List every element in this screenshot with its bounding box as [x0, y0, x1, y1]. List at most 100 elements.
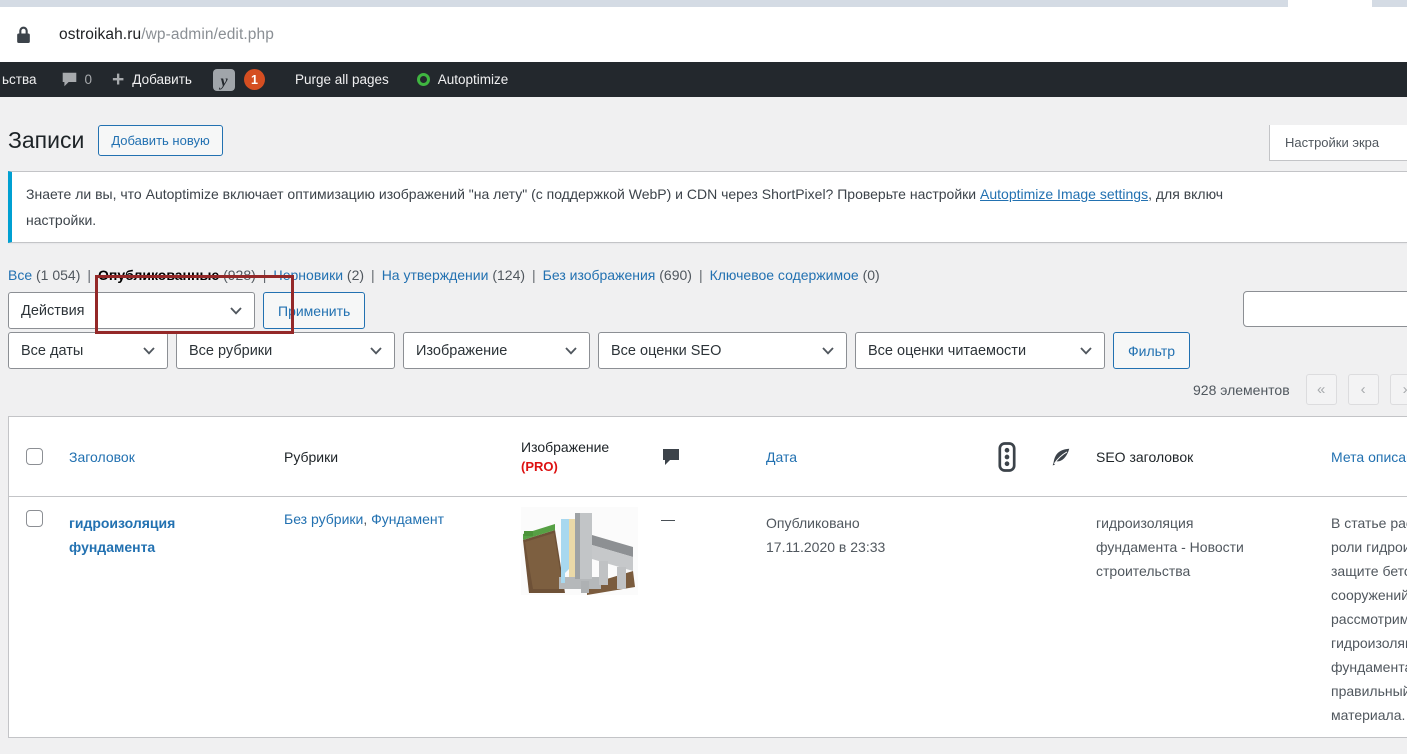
toolbar-comments[interactable]: 0 — [51, 62, 103, 97]
view-no-image-label: Без изображения — [542, 267, 656, 283]
header-seo-score — [988, 417, 1040, 496]
chevron-down-icon — [230, 306, 242, 315]
view-pending-count: (124) — [492, 267, 526, 283]
header-date: Дата — [756, 417, 988, 496]
readability-filter-select[interactable]: Все оценки читаемости — [855, 332, 1105, 369]
chevron-down-icon — [143, 346, 155, 355]
view-cornerstone-link[interactable]: Ключевое содержимое (0) — [710, 267, 880, 283]
category-link-2[interactable]: Фундамент — [371, 511, 444, 527]
image-filter-select[interactable]: Изображение — [403, 332, 590, 369]
first-page-button[interactable]: « — [1305, 374, 1337, 405]
seo-filter-select[interactable]: Все оценки SEO — [598, 332, 847, 369]
categories-filter-select[interactable]: Все рубрики — [176, 332, 395, 369]
meta-line: фундамента: — [1331, 659, 1407, 675]
lock-icon[interactable] — [16, 25, 31, 44]
toolbar-autoptimize[interactable]: Autoptimize — [407, 62, 519, 97]
view-drafts-link[interactable]: Черновики (2) — [273, 267, 364, 283]
row-categories-cell: Без рубрики, Фундамент — [274, 497, 511, 737]
row-checkbox[interactable] — [25, 510, 43, 527]
dates-filter-select[interactable]: Все даты — [8, 332, 168, 369]
header-seo-title: SEO заголовок — [1096, 448, 1194, 465]
filter-button[interactable]: Фильтр — [1113, 332, 1191, 369]
plus-icon: + — [112, 68, 125, 91]
post-status-views: Все (1 054) | Опубликованные (928) | Черно… — [8, 267, 1407, 283]
post-title-link[interactable]: гидроизоляция фундамента — [69, 515, 175, 555]
view-all-link[interactable]: Все (1 054) — [8, 267, 80, 283]
prev-page-button[interactable]: ‹ — [1347, 374, 1379, 405]
toolbar-add-new[interactable]: + Добавить — [102, 62, 202, 97]
toolbar-site-fragment[interactable]: ьства — [0, 62, 51, 97]
view-published-link[interactable]: Опубликованные (928) — [98, 267, 256, 283]
meta-line: роли гидроизо — [1331, 539, 1407, 555]
view-drafts-label: Черновики — [273, 267, 344, 283]
browser-tab-strip — [0, 0, 1407, 7]
notice-text-before: Знаете ли вы, что Autoptimize включает о… — [26, 186, 981, 202]
readability-feather-icon — [1052, 448, 1070, 465]
view-no-image-link[interactable]: Без изображения (690) — [543, 267, 692, 283]
browser-url-bar[interactable]: ostroikah.ru/wp-admin/edit.php — [0, 7, 1407, 62]
header-image-label: Изображение — [521, 439, 610, 455]
browser-tab-gap — [1288, 0, 1372, 7]
header-image-pro-badge: (PRO) — [521, 459, 558, 474]
screen-options-button[interactable]: Настройки экра — [1269, 125, 1407, 161]
meta-line: защите бетонн — [1331, 563, 1407, 579]
chevron-down-icon — [1080, 346, 1092, 355]
comments-column-icon — [663, 448, 679, 465]
meta-line: правильный вы — [1331, 683, 1407, 699]
toolbar-add-new-label: Добавить — [132, 72, 192, 87]
add-new-post-button[interactable]: Добавить новую — [98, 125, 223, 156]
search-input[interactable] — [1243, 291, 1407, 327]
dates-filter-value: Все даты — [21, 342, 84, 359]
row-readability-cell — [1040, 497, 1086, 737]
notice-line-2: настройки. — [26, 212, 97, 228]
view-published-count: (928) — [223, 267, 256, 283]
bulk-actions-value: Действия — [21, 302, 85, 319]
toolbar-yoast[interactable]: y — [202, 62, 240, 97]
autoptimize-ring-icon — [416, 73, 430, 86]
sort-date-link[interactable]: Дата — [766, 449, 797, 465]
sort-meta-link[interactable]: Мета описани — [1331, 449, 1407, 465]
select-all-checkbox[interactable] — [25, 448, 43, 465]
categories-filter-value: Все рубрики — [189, 342, 273, 359]
header-categories: Рубрики — [284, 448, 339, 465]
view-separator: | — [87, 267, 92, 283]
toolbar-purge-pages[interactable]: Purge all pages — [285, 62, 399, 97]
meta-line: сооружений. И — [1331, 587, 1407, 603]
svg-text:y: y — [218, 73, 228, 90]
view-pending-label: На утверждении — [381, 267, 489, 283]
meta-line: материала. — [1331, 707, 1406, 723]
category-link-1[interactable]: Без рубрики — [284, 511, 363, 527]
meta-line: гидроизоляция — [1331, 635, 1407, 651]
seo-filter-value: Все оценки SEO — [611, 342, 722, 359]
apply-button[interactable]: Применить — [263, 292, 366, 329]
sort-title-link[interactable]: Заголовок — [69, 449, 135, 465]
row-seo-title-cell: гидроизоляция фундамента - Новости строи… — [1086, 497, 1321, 737]
row-meta-description-cell: В статье расска роли гидроизо защите бет… — [1321, 497, 1407, 737]
row-select-cell — [9, 497, 59, 737]
next-page-button[interactable]: › — [1389, 374, 1407, 405]
admin-toolbar: ьства 0 + Добавить y 1 Purge all pages A… — [0, 62, 1407, 97]
readability-filter-value: Все оценки читаемости — [868, 342, 1027, 359]
notice-line-1: Знаете ли вы, что Autoptimize включает о… — [26, 181, 1407, 207]
header-title: Заголовок — [59, 417, 274, 496]
row-title-cell: гидроизоляция фундамента — [59, 497, 274, 737]
toolbar-yoast-notification[interactable]: 1 — [240, 62, 275, 97]
autoptimize-settings-link[interactable]: Autoptimize Image settings — [980, 186, 1148, 202]
address-url[interactable]: ostroikah.ru/wp-admin/edit.php — [59, 26, 274, 44]
items-count: 928 элементов — [1193, 381, 1290, 398]
seo-score-traffic-light-icon — [998, 441, 1016, 472]
posts-table: Заголовок Рубрики Изображение (PRO) Дата… — [8, 416, 1407, 738]
post-date: 17.11.2020 в 23:33 — [766, 539, 886, 555]
header-meta-description: Мета описани — [1321, 417, 1407, 496]
chevron-down-icon — [565, 346, 577, 355]
view-published-label: Опубликованные — [98, 267, 220, 283]
bulk-actions-select[interactable]: Действия — [8, 292, 255, 329]
url-path: /wp-admin/edit.php — [141, 25, 274, 43]
header-readability — [1040, 417, 1086, 496]
yoast-icon: y — [212, 68, 235, 91]
header-image: Изображение (PRO) — [511, 417, 651, 496]
view-pending-link[interactable]: На утверждении (124) — [382, 267, 525, 283]
toolbar-comments-count: 0 — [84, 72, 93, 87]
notification-badge: 1 — [243, 69, 265, 90]
meta-line: рассмотрим — [1331, 611, 1407, 627]
